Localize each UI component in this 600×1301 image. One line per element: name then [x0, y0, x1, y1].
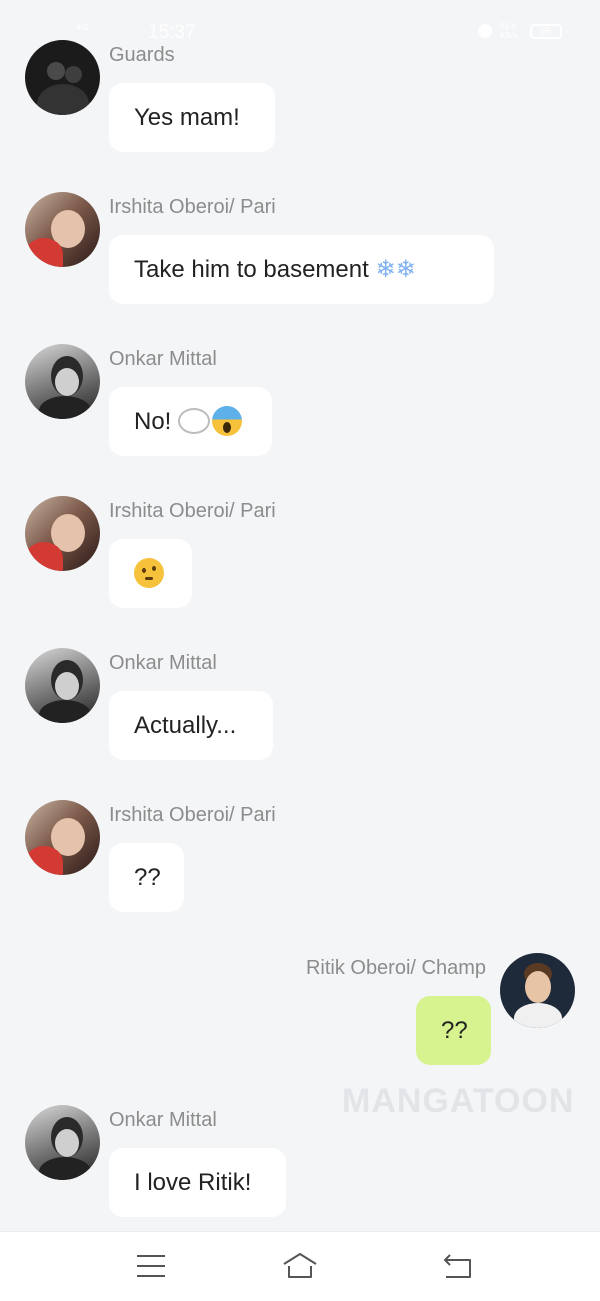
- signal-indicator: 4G: [76, 22, 91, 32]
- network-speed: 29.4 KB/s: [500, 22, 517, 40]
- message-text: No!: [134, 408, 172, 435]
- back-icon[interactable]: [438, 1246, 478, 1286]
- sender-name: Onkar Mittal: [109, 652, 217, 674]
- message-text: ??: [441, 1017, 468, 1044]
- avatar[interactable]: [25, 496, 100, 571]
- avatar[interactable]: [25, 648, 100, 723]
- message-bubble[interactable]: Actually...: [109, 691, 273, 760]
- message-text: Actually...: [134, 712, 237, 739]
- message-text: I love Ritik!: [134, 1169, 252, 1196]
- message-bubble[interactable]: [109, 539, 192, 608]
- message-bubble[interactable]: ??: [109, 843, 184, 912]
- avatar[interactable]: [25, 344, 100, 419]
- avatar[interactable]: [25, 40, 100, 115]
- message-text: Take him to basement: [134, 256, 369, 283]
- navigation-bar: [0, 1231, 600, 1301]
- sender-name: Irshita Oberoi/ Pari: [109, 804, 276, 826]
- message-bubble[interactable]: I love Ritik!: [109, 1148, 286, 1217]
- message-text: Yes mam!: [134, 104, 240, 131]
- status-time: 15:37: [148, 22, 196, 43]
- sender-name: Onkar Mittal: [109, 348, 217, 370]
- battery-icon: 65: [530, 24, 562, 39]
- message-bubble[interactable]: No!: [109, 387, 272, 456]
- message-bubble[interactable]: Take him to basement ❄❄: [109, 235, 494, 304]
- message-bubble[interactable]: ??: [416, 996, 491, 1065]
- avatar[interactable]: [25, 1105, 100, 1180]
- avatar[interactable]: [25, 192, 100, 267]
- alarm-icon: [478, 24, 492, 38]
- avatar[interactable]: [25, 800, 100, 875]
- sender-name: Irshita Oberoi/ Pari: [109, 500, 276, 522]
- sender-name: Onkar Mittal: [109, 1109, 217, 1131]
- raised-eyebrow-face-icon: [134, 557, 164, 588]
- sender-name: Irshita Oberoi/ Pari: [109, 196, 276, 218]
- watermark: MANGATOON: [342, 1082, 575, 1120]
- avatar[interactable]: [500, 953, 575, 1028]
- sender-name: Ritik Oberoi/ Champ: [305, 957, 486, 979]
- scream-face-icon: [212, 405, 243, 436]
- thought-bubble-icon: [178, 407, 211, 434]
- message-bubble[interactable]: Yes mam!: [109, 83, 275, 152]
- sender-name: Guards: [109, 44, 175, 66]
- home-icon[interactable]: [280, 1246, 320, 1286]
- status-bar: 4G 15:37 29.4 KB/s 65: [0, 0, 600, 60]
- message-text: ??: [134, 864, 161, 891]
- snowflake-icon: ❄❄: [375, 255, 416, 283]
- menu-icon[interactable]: [131, 1246, 171, 1286]
